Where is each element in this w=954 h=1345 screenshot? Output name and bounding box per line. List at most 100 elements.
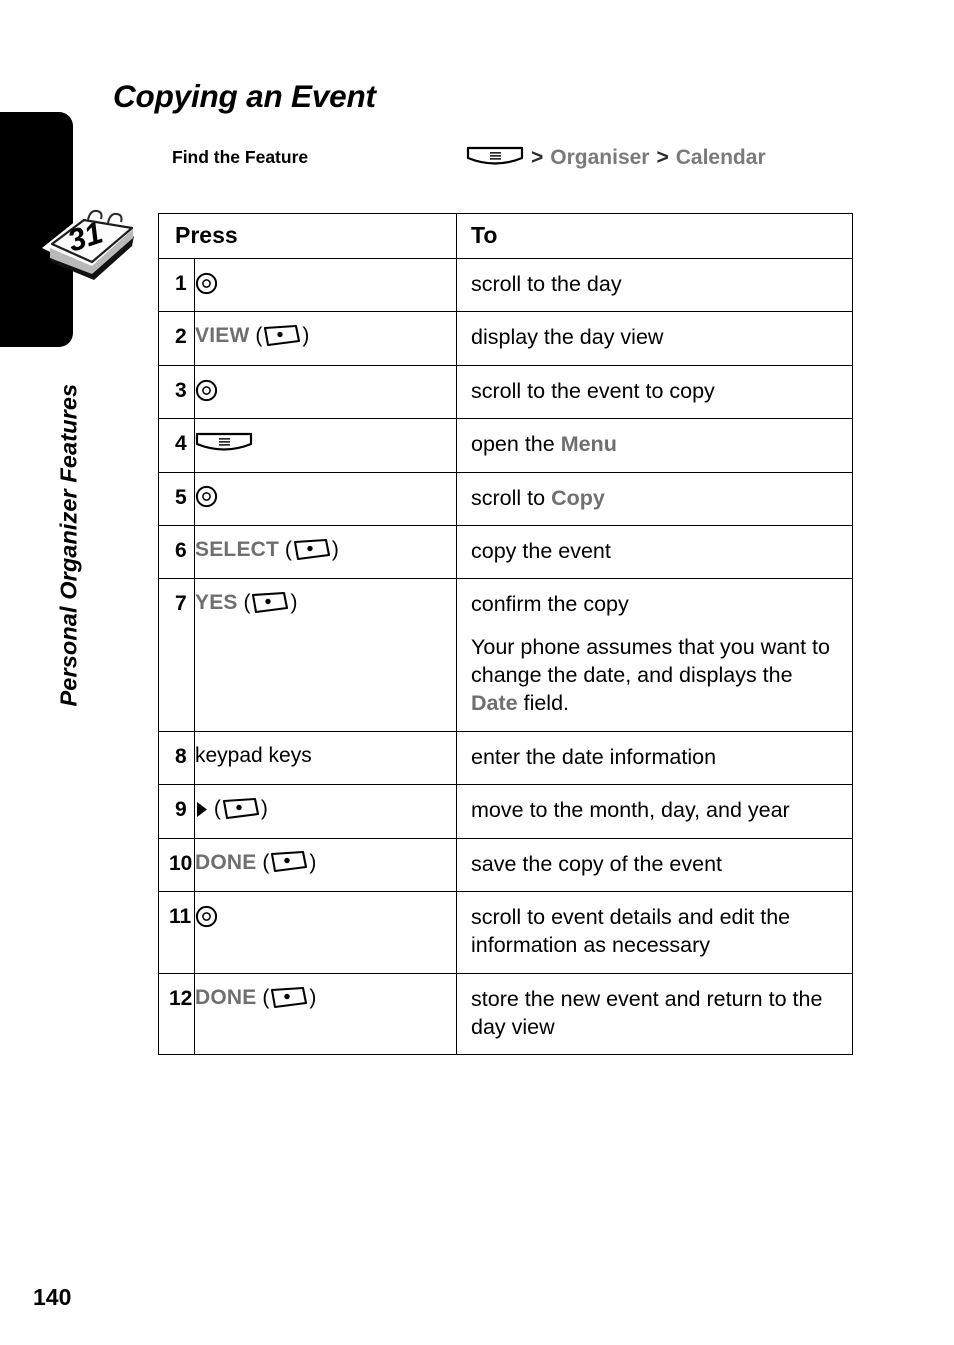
path-separator-2: > bbox=[656, 146, 669, 169]
table-row: 4 open the Menu bbox=[158, 418, 854, 473]
step-description: scroll to the day bbox=[456, 257, 854, 313]
table-row: 6 SELECT ( ) copy the event bbox=[158, 524, 854, 580]
step-description: copy the event bbox=[456, 524, 854, 580]
soft-key-icon bbox=[250, 591, 290, 616]
soft-key-icon bbox=[269, 850, 309, 875]
step-number: 10 bbox=[158, 837, 195, 892]
step-press: YES ( ) bbox=[193, 578, 458, 732]
table-row: 9 ( ) move to the month, day, and year bbox=[158, 784, 854, 839]
feature-path: > Organiser > Calendar bbox=[466, 145, 766, 171]
step-note: Your phone assumes that you want to chan… bbox=[471, 633, 844, 718]
step-description-text: scroll to bbox=[471, 485, 552, 510]
step-number: 8 bbox=[158, 730, 195, 786]
step-press: ( ) bbox=[193, 784, 458, 839]
step-press: DONE ( ) bbox=[193, 972, 458, 1056]
table-header-row: Press To bbox=[157, 213, 854, 259]
path-separator-1: > bbox=[531, 146, 544, 169]
paren-open: ( bbox=[237, 591, 251, 615]
softkey-label: DONE bbox=[195, 850, 257, 874]
path-item-organiser: Organiser bbox=[550, 146, 650, 169]
step-press bbox=[193, 890, 458, 974]
step-press bbox=[193, 364, 458, 420]
paren-open: ( bbox=[256, 850, 270, 874]
step-number: 4 bbox=[158, 418, 195, 473]
step-description: save the copy of the event bbox=[456, 837, 854, 892]
step-press: DONE ( ) bbox=[193, 837, 458, 892]
step-description: enter the date information bbox=[456, 730, 854, 786]
table-row: 5 scroll to Copy bbox=[158, 471, 854, 526]
step-number: 7 bbox=[158, 578, 195, 732]
calendar-31-icon: 31 bbox=[34, 196, 138, 282]
press-text: keypad keys bbox=[195, 743, 312, 767]
ui-term-menu: Menu bbox=[560, 432, 617, 457]
nav-key-icon bbox=[195, 379, 218, 402]
step-number: 1 bbox=[158, 257, 195, 313]
step-description-text: open the bbox=[471, 432, 561, 457]
page-title: Copying an Event bbox=[113, 78, 376, 115]
ui-term-copy: Copy bbox=[551, 485, 605, 510]
step-description: scroll to the event to copy bbox=[456, 364, 854, 420]
paren-close: ) bbox=[260, 797, 268, 821]
step-note-suffix: field. bbox=[517, 691, 570, 716]
step-press: VIEW ( ) bbox=[193, 311, 458, 366]
softkey-label: DONE bbox=[195, 985, 257, 1009]
table-row: 7 YES ( ) confirm the copy Your phone as… bbox=[158, 578, 854, 732]
table-row: 8 keypad keys enter the date information bbox=[158, 730, 854, 786]
table-row: 10 DONE ( ) save the copy of the event bbox=[158, 837, 854, 892]
menu-key-icon bbox=[195, 431, 253, 457]
step-description: move to the month, day, and year bbox=[456, 784, 854, 839]
nav-key-icon bbox=[195, 272, 218, 295]
table-row: 12 DONE ( ) store the new event and retu… bbox=[158, 972, 854, 1056]
step-description: display the day view bbox=[456, 311, 854, 366]
paren-open: ( bbox=[256, 985, 270, 1009]
step-press bbox=[193, 418, 458, 473]
step-number: 2 bbox=[158, 311, 195, 366]
table-row: 1 scroll to the day bbox=[158, 257, 854, 313]
paren-open: ( bbox=[279, 537, 292, 561]
paren-close: ) bbox=[290, 591, 298, 615]
soft-key-icon bbox=[221, 797, 261, 822]
step-description: store the new event and return to the da… bbox=[456, 972, 854, 1056]
paren-close: ) bbox=[309, 985, 317, 1009]
softkey-label: YES bbox=[195, 591, 238, 615]
step-number: 11 bbox=[158, 890, 195, 974]
step-number: 3 bbox=[158, 364, 195, 420]
step-number: 6 bbox=[158, 524, 195, 580]
table-row: 2 VIEW ( ) display the day view bbox=[158, 311, 854, 366]
right-arrow-icon bbox=[195, 801, 208, 818]
column-header-press: Press bbox=[157, 213, 458, 259]
softkey-label: VIEW bbox=[195, 324, 250, 348]
table-row: 3 scroll to the event to copy bbox=[158, 364, 854, 420]
column-header-to: To bbox=[456, 213, 854, 259]
softkey-label: SELECT bbox=[195, 537, 280, 561]
paren-open: ( bbox=[249, 324, 263, 348]
step-number: 5 bbox=[158, 471, 195, 526]
table-row: 11 scroll to event details and edit the … bbox=[158, 890, 854, 974]
step-press: SELECT ( ) bbox=[193, 524, 458, 580]
step-description: confirm the copy Your phone assumes that… bbox=[456, 578, 854, 732]
running-head: Personal Organizer Features bbox=[55, 383, 82, 707]
nav-key-icon bbox=[195, 485, 218, 508]
step-note-text: Your phone assumes that you want to chan… bbox=[471, 634, 830, 687]
step-press bbox=[193, 471, 458, 526]
soft-key-icon bbox=[269, 986, 309, 1011]
paren-open: ( bbox=[208, 797, 221, 821]
soft-key-icon bbox=[262, 324, 302, 349]
path-item-calendar: Calendar bbox=[675, 146, 766, 169]
menu-key-icon bbox=[466, 145, 524, 171]
nav-key-icon bbox=[195, 905, 218, 928]
paren-close: ) bbox=[331, 537, 339, 561]
step-description: open the Menu bbox=[456, 418, 854, 473]
step-number: 12 bbox=[158, 972, 195, 1056]
step-description: scroll to Copy bbox=[456, 471, 854, 526]
paren-close: ) bbox=[309, 850, 317, 874]
page-number: 140 bbox=[33, 1284, 72, 1310]
step-description-text: confirm the copy bbox=[471, 592, 629, 617]
ui-term-date: Date bbox=[471, 691, 518, 716]
find-the-feature-label: Find the Feature bbox=[172, 147, 309, 167]
step-press: keypad keys bbox=[193, 730, 458, 786]
steps-table: Press To 1 scroll to the day 2 VIEW () … bbox=[157, 213, 854, 1056]
paren-close: ) bbox=[302, 324, 310, 348]
step-number: 9 bbox=[158, 784, 195, 839]
soft-key-icon bbox=[292, 538, 332, 563]
